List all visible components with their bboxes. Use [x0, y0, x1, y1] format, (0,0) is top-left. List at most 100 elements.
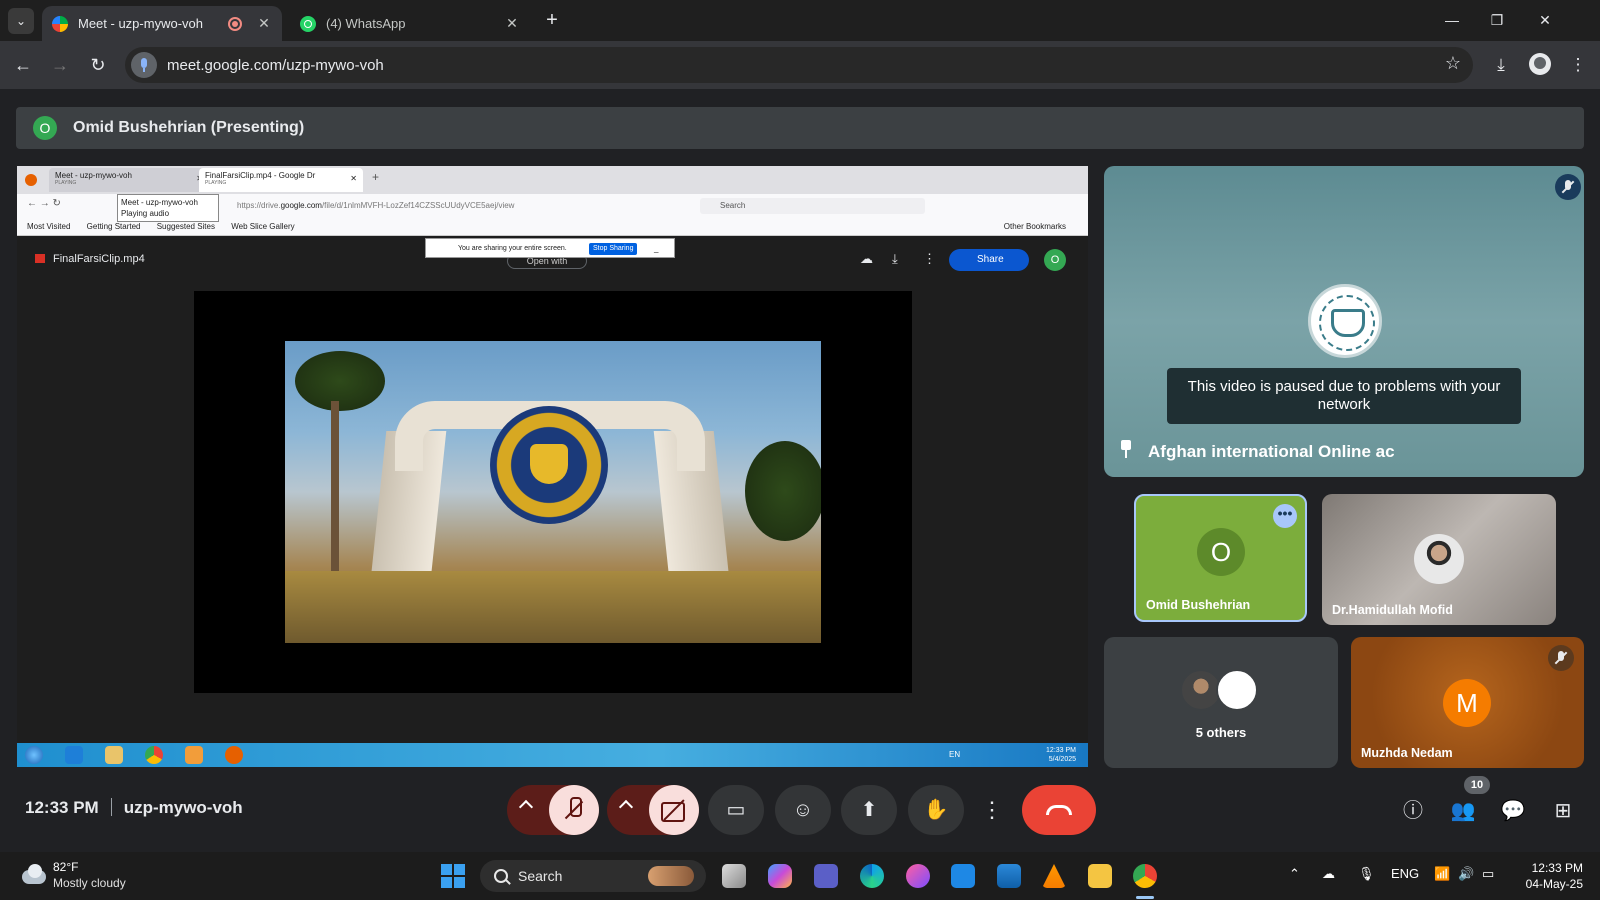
- pinned-participant-tile[interactable]: This video is paused due to problems wit…: [1104, 166, 1584, 477]
- weather-temperature[interactable]: 82°F: [53, 860, 78, 874]
- copilot-icon[interactable]: [768, 864, 792, 888]
- mic-options-chevron-icon[interactable]: [518, 799, 534, 815]
- presenter-avatar: O: [33, 116, 57, 140]
- shared-tab-tooltip: Meet - uzp-mywo-voh Playing audio: [117, 194, 219, 222]
- activities-grid-icon[interactable]: ⊞: [1550, 798, 1576, 824]
- taskbar-clock[interactable]: 12:33 PM 04-May-25: [1517, 860, 1583, 892]
- store-icon[interactable]: [997, 864, 1021, 888]
- profile-avatar[interactable]: [1529, 53, 1551, 75]
- bookmark-item: Most Visited: [27, 222, 71, 231]
- shared-firefox-icon: [225, 746, 243, 764]
- restore-icon[interactable]: ❐: [1479, 8, 1515, 32]
- bookmark-star-icon[interactable]: ☆: [1445, 53, 1461, 74]
- reactions-button[interactable]: ☺: [775, 785, 831, 835]
- video-player: [194, 291, 912, 693]
- weather-description[interactable]: Mostly cloudy: [53, 876, 126, 890]
- file-explorer-icon[interactable]: [1088, 864, 1112, 888]
- participant-tile-omid[interactable]: O ••• Omid Bushehrian: [1134, 494, 1307, 622]
- forward-arrow-icon[interactable]: →: [48, 53, 72, 77]
- new-tab-button[interactable]: +: [540, 8, 564, 32]
- meeting-info-text: 12:33 PM uzp-mywo-voh: [25, 798, 243, 818]
- shared-url-prefix: https://drive.: [237, 201, 281, 210]
- shared-windows7-taskbar: EN 12:33 PM 5/4/2025: [17, 743, 1088, 767]
- drive-share-button: Share: [949, 249, 1029, 271]
- captions-button[interactable]: ▭: [708, 785, 764, 835]
- drive-download-icon: ⤓: [892, 251, 898, 266]
- camera-control: [607, 785, 699, 835]
- people-icon[interactable]: 👥: [1450, 798, 1476, 824]
- download-icon[interactable]: ⤓: [1489, 53, 1513, 77]
- participant-name: Omid Bushehrian: [1146, 598, 1251, 612]
- volume-icon[interactable]: 🔊: [1458, 866, 1474, 882]
- shared-ie-icon: [65, 746, 83, 764]
- camera-off-button[interactable]: [649, 785, 699, 835]
- onedrive-offline-icon[interactable]: ☁: [1322, 866, 1335, 882]
- reload-icon[interactable]: ↻: [86, 53, 110, 77]
- task-view-icon[interactable]: [722, 864, 746, 888]
- browser-menu-icon[interactable]: ⋮: [1566, 53, 1590, 77]
- address-bar[interactable]: meet.google.com/uzp-mywo-voh ☆: [125, 47, 1473, 83]
- edge-icon[interactable]: [860, 864, 884, 888]
- tree: [745, 441, 821, 541]
- minimize-icon[interactable]: —: [1434, 8, 1470, 32]
- language-indicator[interactable]: ENG: [1391, 866, 1419, 881]
- participant-tile-hamidullah[interactable]: Dr.Hamidullah Mofid: [1322, 494, 1556, 625]
- sharing-notice: You are sharing your entire screen. Stop…: [425, 238, 675, 258]
- close-tab-icon[interactable]: ✕: [504, 15, 520, 32]
- shared-tab-drive: FinalFarsiClip.mp4 - Google Dr PLAYING ✕: [199, 168, 363, 192]
- music-app-icon[interactable]: [906, 864, 930, 888]
- others-tile[interactable]: 5 others: [1104, 637, 1338, 768]
- camera-options-chevron-icon[interactable]: [618, 799, 634, 815]
- tooltip-title: Meet - uzp-mywo-voh: [121, 198, 198, 207]
- shared-tab-meet: Meet - uzp-mywo-voh PLAYING ✕: [49, 168, 209, 192]
- app-3-icon[interactable]: [951, 864, 975, 888]
- back-arrow-icon[interactable]: ←: [11, 53, 35, 77]
- battery-icon[interactable]: ▭: [1482, 866, 1494, 882]
- window-close-icon[interactable]: ✕: [1527, 8, 1563, 32]
- tab-search-chevron-icon[interactable]: ⌄: [8, 8, 34, 34]
- bookmark-item: Web Slice Gallery: [231, 222, 295, 231]
- tab-title: (4) WhatsApp: [326, 16, 406, 31]
- chrome-icon[interactable]: [1133, 864, 1157, 888]
- meeting-code: uzp-mywo-voh: [123, 798, 243, 817]
- microphone-site-icon[interactable]: [131, 52, 157, 78]
- participant-photo-avatar: [1414, 534, 1464, 584]
- bookmark-item: Getting Started: [86, 222, 141, 231]
- participant-tile-muzhda[interactable]: M Muzhda Nedam: [1351, 637, 1584, 768]
- present-icon: ⬆: [860, 799, 878, 821]
- cloud-weather-icon[interactable]: [20, 864, 46, 884]
- video-frame-university-gate: [285, 341, 821, 643]
- shared-url: https://drive.google.com/file/d/1nlmMVFH…: [219, 198, 669, 214]
- mic-off-button[interactable]: [549, 785, 599, 835]
- wifi-icon[interactable]: 📶: [1434, 866, 1450, 882]
- shared-explorer-icon: [105, 746, 123, 764]
- tooltip-status: Playing audio: [121, 209, 170, 218]
- tab-meet[interactable]: Meet - uzp-mywo-voh ✕: [42, 6, 282, 41]
- microphone-tray-icon[interactable]: 🎙: [1358, 866, 1375, 882]
- muted-mic-icon: [1548, 645, 1574, 671]
- presenting-label: Omid Bushehrian (Presenting): [73, 119, 305, 136]
- windows-start-icon[interactable]: [441, 864, 465, 888]
- more-options-icon[interactable]: •••: [1273, 504, 1297, 528]
- present-screen-button[interactable]: ⬆: [841, 785, 897, 835]
- tab-whatsapp[interactable]: (4) WhatsApp ✕: [290, 6, 530, 41]
- foliage: [285, 571, 821, 643]
- firefox-logo-icon: [25, 174, 37, 186]
- raise-hand-button[interactable]: ✋: [908, 785, 964, 835]
- emoji-icon: ☺: [792, 799, 814, 821]
- more-options-button[interactable]: ⋮: [977, 785, 1007, 835]
- bookmark-item: Suggested Sites: [156, 222, 215, 231]
- show-hidden-icons-icon[interactable]: ⌃: [1289, 866, 1300, 882]
- drive-more-icon: ⋮: [923, 251, 936, 266]
- chat-icon[interactable]: 💬: [1500, 798, 1526, 824]
- taskbar-search[interactable]: Search: [480, 860, 706, 892]
- leave-call-button[interactable]: [1022, 785, 1096, 835]
- vlc-icon[interactable]: [1042, 864, 1066, 888]
- shared-tab-playing: PLAYING: [205, 180, 227, 186]
- shared-tab-playing: PLAYING: [55, 180, 77, 186]
- pin-icon[interactable]: [1120, 440, 1132, 460]
- meeting-details-info-icon[interactable]: ⓘ: [1400, 798, 1426, 824]
- close-tab-icon[interactable]: ✕: [256, 15, 272, 32]
- teams-icon[interactable]: [814, 864, 838, 888]
- muted-mic-icon: [1555, 174, 1581, 200]
